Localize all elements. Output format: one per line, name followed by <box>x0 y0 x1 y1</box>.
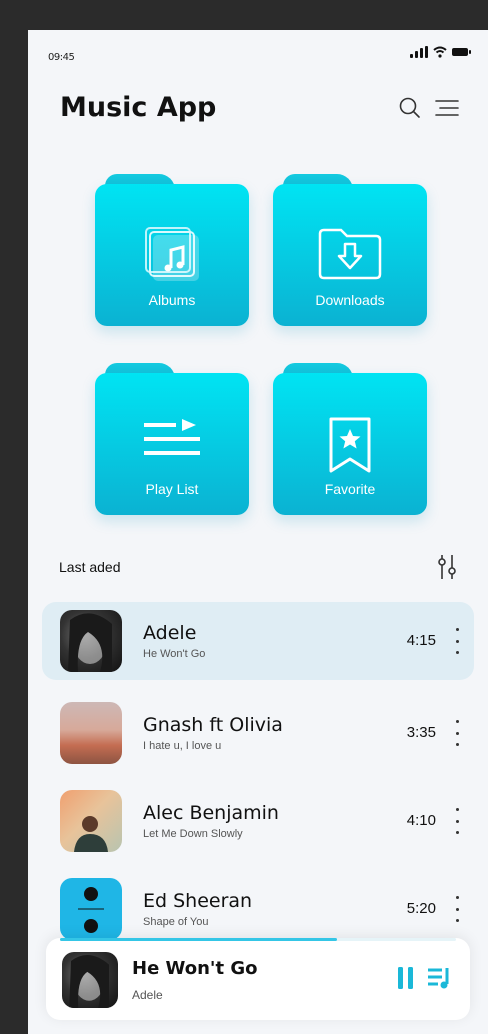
song-duration: 3:35 <box>406 724 436 741</box>
folder-favorite[interactable]: Favorite <box>273 363 427 515</box>
download-folder-icon <box>318 228 382 280</box>
status-icons <box>410 46 471 58</box>
section-title: Last aded <box>59 559 121 575</box>
song-title: He Won't Go <box>143 648 206 660</box>
list-item[interactable]: Adele He Won't Go 4:15 <box>42 602 474 680</box>
more-icon[interactable] <box>454 628 460 654</box>
battery-icon <box>452 48 471 56</box>
queue-icon[interactable] <box>426 965 452 991</box>
folder-downloads[interactable]: Downloads <box>273 174 427 326</box>
list-item[interactable]: Ed Sheeran Shape of You 5:20 <box>42 870 474 948</box>
song-artist: Gnash ft Olivia <box>143 714 283 736</box>
album-cover <box>60 702 122 764</box>
folder-label: Favorite <box>324 481 376 497</box>
status-time: 09:45 <box>48 52 75 63</box>
page-title: Music App <box>60 92 217 123</box>
progress-fill <box>60 938 338 941</box>
album-cover <box>60 790 122 852</box>
list-item[interactable]: Alec Benjamin Let Me Down Slowly 4:10 <box>42 782 474 860</box>
album-stack-icon <box>145 227 199 281</box>
list-item[interactable]: Gnash ft Olivia I hate u, I love u 3:35 <box>42 694 474 772</box>
now-playing-cover <box>62 952 118 1008</box>
more-icon[interactable] <box>454 720 460 746</box>
song-title: Shape of You <box>143 916 209 928</box>
song-duration: 4:15 <box>406 632 436 649</box>
song-duration: 4:10 <box>406 812 436 829</box>
song-duration: 5:20 <box>406 900 436 917</box>
more-icon[interactable] <box>454 808 460 834</box>
now-playing-artist: Adele <box>132 988 163 1002</box>
song-title: Let Me Down Slowly <box>143 828 243 840</box>
folder-label: Play List <box>145 481 199 497</box>
folder-label: Albums <box>148 292 196 308</box>
progress-bar[interactable] <box>60 938 456 941</box>
menu-icon[interactable] <box>434 98 460 118</box>
now-playing-title: He Won't Go <box>132 958 258 979</box>
song-artist: Alec Benjamin <box>143 802 279 824</box>
mini-player[interactable]: He Won't Go Adele <box>46 938 470 1020</box>
album-cover <box>60 610 122 672</box>
more-icon[interactable] <box>454 896 460 922</box>
header-actions <box>398 96 460 120</box>
filter-icon[interactable] <box>436 553 458 581</box>
search-icon[interactable] <box>398 96 422 120</box>
song-artist: Ed Sheeran <box>143 890 253 912</box>
playlist-icon <box>144 419 200 455</box>
folder-albums[interactable]: Albums <box>95 174 249 326</box>
pause-icon[interactable] <box>396 965 416 991</box>
song-artist: Adele <box>143 622 197 644</box>
signal-icon <box>410 46 428 58</box>
bookmark-star-icon <box>329 417 371 473</box>
folder-label: Downloads <box>315 292 385 308</box>
song-title: I hate u, I love u <box>143 740 222 752</box>
folder-playlist[interactable]: Play List <box>95 363 249 515</box>
wifi-icon <box>433 46 447 58</box>
album-cover <box>60 878 122 940</box>
phone-screen: 09:45 Music App Albums Downloads Play Li… <box>28 30 488 1034</box>
